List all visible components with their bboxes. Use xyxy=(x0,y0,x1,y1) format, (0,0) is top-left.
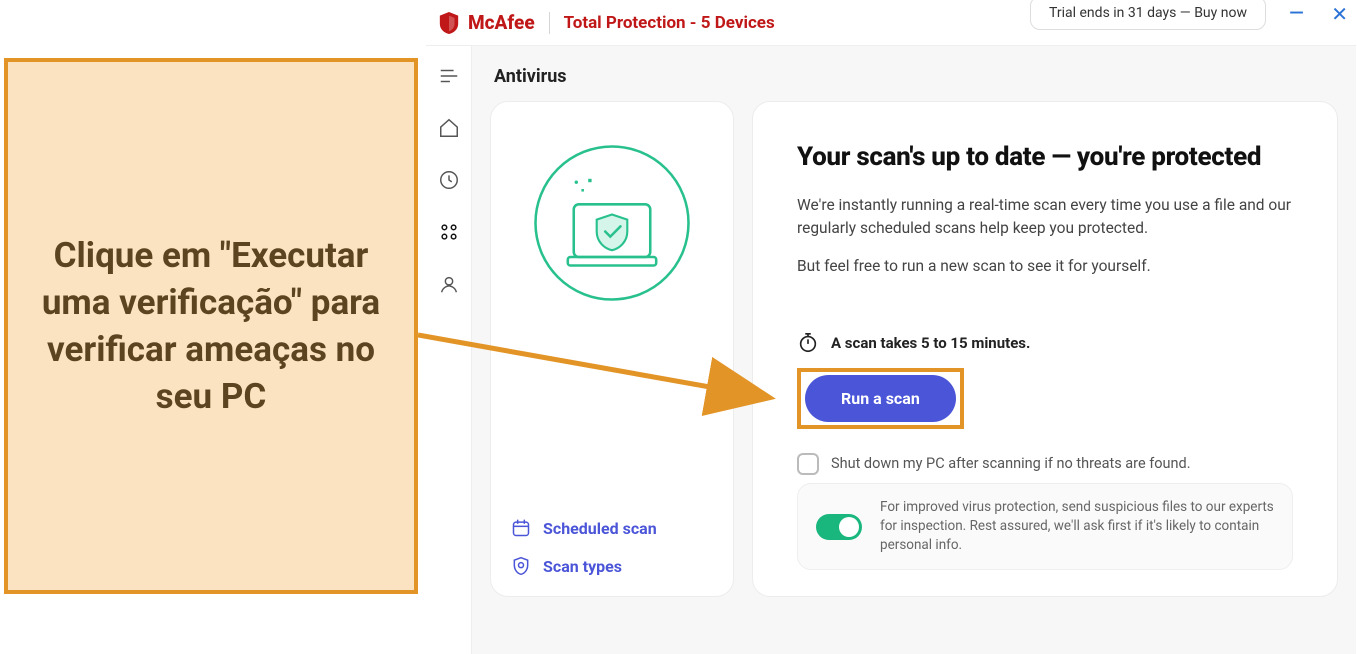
content-area: Antivirus xyxy=(472,46,1356,654)
left-card-links: Scheduled scan Scan types xyxy=(511,518,713,576)
panels-row: Scheduled scan Scan types Your scan's up… xyxy=(490,101,1338,597)
page-title: Antivirus xyxy=(494,66,1338,87)
minimize-button[interactable]: – xyxy=(1288,9,1305,19)
shutdown-label: Shut down my PC after scanning if no thr… xyxy=(831,455,1191,472)
scan-duration-text: A scan takes 5 to 15 minutes. xyxy=(831,334,1030,352)
send-files-toggle[interactable] xyxy=(816,514,862,540)
account-icon[interactable] xyxy=(435,270,463,298)
send-files-info-strip: For improved virus protection, send susp… xyxy=(797,483,1293,570)
scheduled-scan-link[interactable]: Scheduled scan xyxy=(511,518,713,538)
scan-visual-card: Scheduled scan Scan types xyxy=(490,101,734,597)
shutdown-after-scan-row: Shut down my PC after scanning if no thr… xyxy=(797,453,1293,475)
annotation-callout: Clique em "Executar uma verificação" par… xyxy=(4,58,418,594)
menu-icon[interactable] xyxy=(435,62,463,90)
app-window: McAfee Total Protection - 5 Devices Tria… xyxy=(426,0,1356,654)
stopwatch-icon xyxy=(797,332,819,354)
calendar-icon xyxy=(511,518,531,538)
brand-block: McAfee xyxy=(438,11,535,35)
run-scan-highlight-box: Run a scan xyxy=(797,368,964,429)
scan-status-card: Your scan's up to date — you're protecte… xyxy=(752,101,1338,597)
shield-settings-icon xyxy=(511,556,531,576)
scan-status-heading: Your scan's up to date — you're protecte… xyxy=(797,142,1293,172)
scan-types-link[interactable]: Scan types xyxy=(511,556,713,576)
annotation-text: Clique em "Executar uma verificação" par… xyxy=(38,232,384,421)
shutdown-checkbox[interactable] xyxy=(797,453,819,475)
brand-name: McAfee xyxy=(468,11,535,34)
run-scan-button[interactable]: Run a scan xyxy=(805,375,956,422)
scheduled-scan-label: Scheduled scan xyxy=(543,519,657,538)
mcafee-logo-icon xyxy=(438,11,460,35)
apps-grid-icon[interactable] xyxy=(435,218,463,246)
product-name: Total Protection - 5 Devices xyxy=(564,13,775,33)
scan-illustration-icon xyxy=(527,138,697,308)
titlebar: McAfee Total Protection - 5 Devices Tria… xyxy=(426,0,1356,46)
home-icon[interactable] xyxy=(435,114,463,142)
protection-score-icon[interactable] xyxy=(435,166,463,194)
scan-duration-row: A scan takes 5 to 15 minutes. xyxy=(797,332,1293,354)
close-button[interactable]: ✕ xyxy=(1331,2,1348,26)
send-files-info-text: For improved virus protection, send susp… xyxy=(880,498,1274,555)
side-nav-rail xyxy=(426,46,472,654)
window-controls: – ✕ xyxy=(1288,2,1348,26)
app-body: Antivirus xyxy=(426,46,1356,654)
scan-status-body-1: We're instantly running a real-time scan… xyxy=(797,194,1293,241)
brand-separator xyxy=(549,12,550,34)
scan-types-label: Scan types xyxy=(543,557,622,576)
scan-status-body-2: But feel free to run a new scan to see i… xyxy=(797,255,1293,278)
trial-buy-now-button[interactable]: Trial ends in 31 days — Buy now xyxy=(1030,0,1266,30)
